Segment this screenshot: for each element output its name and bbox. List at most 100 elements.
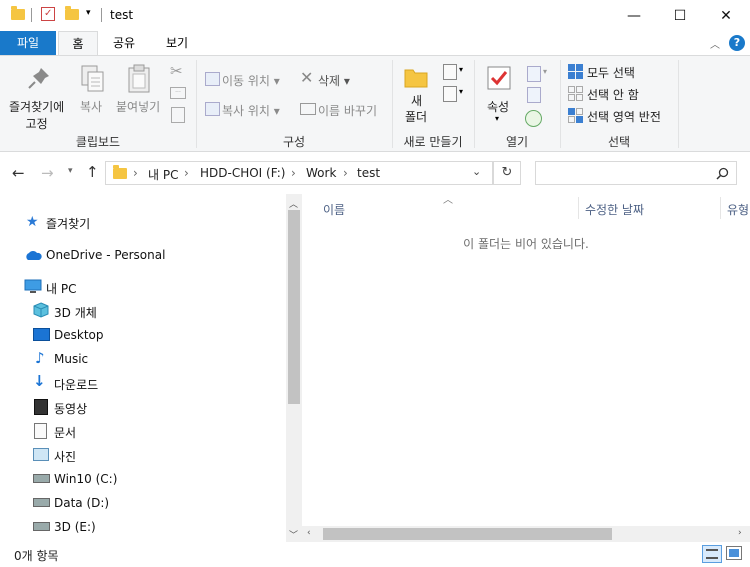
- crumb-separator: ›: [343, 166, 348, 180]
- new-folder-quick-icon[interactable]: [65, 6, 79, 20]
- tab-view[interactable]: 보기: [157, 31, 197, 55]
- column-type[interactable]: 유형: [727, 201, 749, 218]
- nav-drive-d[interactable]: Data (D:): [54, 496, 109, 510]
- properties-dropdown-icon[interactable]: ▾: [495, 114, 499, 123]
- up-arrow-icon[interactable]: ↑: [86, 163, 99, 181]
- details-view-icon: [706, 549, 718, 559]
- nav-downloads[interactable]: 다운로드: [54, 376, 98, 393]
- nav-favorites[interactable]: 즐겨찾기: [46, 215, 90, 232]
- easy-access-icon[interactable]: [443, 86, 457, 102]
- open-dropdown-icon[interactable]: ▾: [543, 67, 547, 76]
- nav-drive-e[interactable]: 3D (E:): [54, 520, 96, 534]
- cut-icon[interactable]: ✂: [170, 62, 183, 80]
- details-view-button[interactable]: [702, 545, 722, 563]
- nav-this-pc[interactable]: 내 PC: [46, 280, 76, 297]
- refresh-icon: ↻: [501, 165, 513, 180]
- pin-to-favorites-button[interactable]: 즐겨찾기에 고정: [9, 98, 64, 132]
- copy-to-icon: [205, 102, 220, 116]
- invert-selection-button[interactable]: 선택 영역 반전: [587, 108, 661, 125]
- select-all-icon: [568, 64, 583, 79]
- delete-button[interactable]: 삭제 ▾: [318, 72, 350, 89]
- copy-button[interactable]: 복사: [80, 98, 102, 115]
- history-icon[interactable]: [525, 110, 542, 127]
- address-box[interactable]: › 내 PC › HDD-CHOI (F:) › Work › test ⌄: [105, 161, 493, 185]
- select-none-button[interactable]: 선택 안 함: [587, 86, 639, 103]
- separator: [101, 8, 102, 22]
- move-to-icon: [205, 72, 220, 86]
- ribbon: 즐겨찾기에 고정 복사 붙여넣기 ✂ ··· 클립보드 이동 위치 ▾ 복사 위…: [0, 55, 750, 152]
- edit-icon[interactable]: [527, 87, 541, 103]
- horizontal-scrollbar[interactable]: ‹ ›: [302, 526, 750, 542]
- select-all-button[interactable]: 모두 선택: [587, 64, 635, 81]
- drive-d-icon: [33, 498, 50, 507]
- open-icon[interactable]: [527, 66, 541, 82]
- rename-icon: [300, 103, 316, 115]
- new-group-label: 새로 만들기: [403, 135, 463, 149]
- large-icons-view-button[interactable]: [726, 546, 742, 560]
- scroll-right-icon[interactable]: ›: [738, 528, 742, 538]
- scroll-left-icon[interactable]: ‹: [307, 528, 311, 538]
- crumb-drive[interactable]: HDD-CHOI (F:): [200, 166, 285, 180]
- new-folder-label-line1[interactable]: 새: [411, 92, 422, 109]
- maximize-button[interactable]: ☐: [657, 0, 703, 31]
- drive-e-icon: [33, 522, 50, 531]
- paste-icon: [128, 64, 150, 93]
- crumb-work[interactable]: Work: [306, 166, 336, 180]
- refresh-button[interactable]: ↻: [493, 161, 521, 185]
- sort-indicator-icon: ︿: [443, 195, 453, 206]
- recent-locations-icon[interactable]: ▾: [68, 166, 73, 176]
- nav-scroll-thumb[interactable]: [288, 210, 300, 404]
- nav-music[interactable]: Music: [54, 352, 88, 366]
- tab-share[interactable]: 공유: [104, 31, 144, 55]
- rename-button[interactable]: 이름 바꾸기: [318, 102, 377, 119]
- minimize-button[interactable]: —: [611, 0, 657, 31]
- search-input[interactable]: [535, 161, 737, 185]
- nav-videos[interactable]: 동영상: [54, 400, 87, 417]
- column-date-modified[interactable]: 수정한 날짜: [585, 201, 644, 218]
- large-icons-view-icon: [729, 549, 739, 557]
- properties-quick-icon[interactable]: ✓: [41, 7, 55, 21]
- collapse-ribbon-icon[interactable]: ︿: [710, 36, 720, 51]
- copy-path-icon[interactable]: ···: [170, 87, 186, 99]
- tab-home[interactable]: 홈: [58, 31, 98, 56]
- address-dropdown-icon[interactable]: ⌄: [472, 165, 481, 178]
- nav-onedrive[interactable]: OneDrive - Personal: [46, 248, 165, 262]
- nav-documents[interactable]: 문서: [54, 424, 76, 441]
- select-group-label: 선택: [607, 135, 631, 149]
- nav-drive-c[interactable]: Win10 (C:): [54, 472, 117, 486]
- properties-icon: [487, 66, 511, 90]
- crumb-test[interactable]: test: [357, 166, 380, 180]
- cloud-icon: [26, 251, 42, 260]
- column-name[interactable]: 이름: [323, 201, 345, 218]
- paste-button[interactable]: 붙여넣기: [116, 98, 160, 115]
- tab-file[interactable]: 파일: [0, 31, 56, 55]
- move-to-label: 이동 위치: [222, 74, 270, 88]
- move-to-button[interactable]: 이동 위치 ▾: [222, 72, 280, 89]
- help-icon[interactable]: ?: [729, 35, 745, 51]
- nav-3d-objects[interactable]: 3D 개체: [54, 304, 97, 321]
- window-title: test: [110, 8, 134, 22]
- nav-desktop[interactable]: Desktop: [54, 328, 104, 342]
- title-bar: ✓ ▾ test — ☐ ✕: [0, 0, 750, 31]
- nav-scrollbar[interactable]: ︿ ﹀: [286, 194, 302, 542]
- close-button[interactable]: ✕: [703, 0, 749, 31]
- status-bar: 0개 항목: [0, 542, 750, 567]
- column-separator: [720, 197, 721, 219]
- nav-pictures[interactable]: 사진: [54, 448, 76, 465]
- easy-access-dropdown-icon[interactable]: ▾: [459, 87, 463, 96]
- forward-arrow-icon[interactable]: →: [41, 164, 54, 182]
- horizontal-scroll-thumb[interactable]: [323, 528, 612, 540]
- customize-toolbar-icon[interactable]: ▾: [86, 8, 91, 18]
- back-arrow-icon[interactable]: ←: [12, 164, 25, 182]
- crumb-this-pc[interactable]: 내 PC: [148, 166, 178, 183]
- copy-to-button[interactable]: 복사 위치 ▾: [222, 102, 280, 119]
- scroll-up-icon[interactable]: ︿: [289, 197, 298, 210]
- pin-icon: [28, 68, 49, 89]
- new-item-icon[interactable]: [443, 64, 457, 80]
- new-item-dropdown-icon[interactable]: ▾: [459, 65, 463, 74]
- properties-button[interactable]: 속성: [487, 98, 509, 115]
- scroll-down-icon[interactable]: ﹀: [289, 528, 298, 541]
- new-folder-label-line2[interactable]: 폴더: [405, 108, 427, 125]
- copy-to-label: 복사 위치: [222, 104, 270, 118]
- paste-shortcut-icon[interactable]: [171, 107, 185, 123]
